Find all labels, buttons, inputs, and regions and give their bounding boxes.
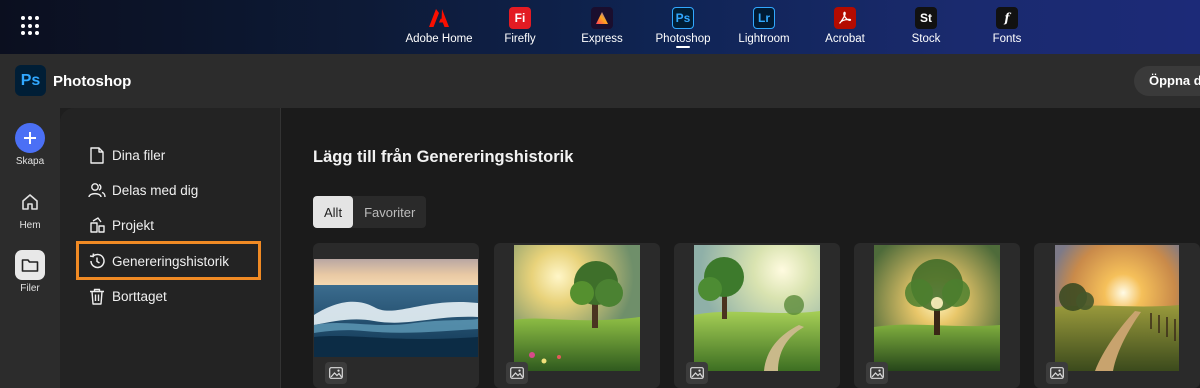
plus-icon [15,123,45,153]
history-card-meadow-path[interactable] [674,243,840,388]
photoshop-icon: Ps [672,7,694,29]
sidebar-item-shared[interactable]: Delas med dig [88,180,198,200]
folder-icon [15,250,45,280]
home-nav[interactable]: Hem [0,187,60,231]
app-firefly[interactable]: Fi Firefly [480,7,560,45]
sidebar-item-label: Delas med dig [112,182,199,198]
express-icon [591,7,613,29]
fonts-icon: f [996,7,1018,29]
lightroom-icon: Lr [753,7,775,29]
app-label: Photoshop [655,33,711,45]
image-type-icon [325,362,347,384]
image-type-icon [506,362,528,384]
app-label: Lightroom [738,33,790,45]
app-lightroom[interactable]: Lr Lightroom [724,7,804,45]
sidebar-item-projects[interactable]: Projekt [88,215,154,235]
sidebar-item-label: Projekt [112,217,155,233]
app-label: Firefly [504,33,536,45]
sidebar-item-your-files[interactable]: Dina filer [88,145,165,165]
ocean-thumbnail [314,259,478,357]
document-icon [88,146,106,164]
adobe-logo-icon [428,7,450,29]
people-icon [88,181,106,199]
image-type-icon [866,362,888,384]
app-photoshop[interactable]: Ps Photoshop [643,7,723,48]
tab-favorites[interactable]: Favoriter [353,196,426,228]
app-label: Express [581,33,623,45]
create-button[interactable]: Skapa [0,123,60,167]
create-label: Skapa [15,156,45,167]
active-app-indicator [676,46,690,48]
history-card-meadow[interactable] [494,243,660,388]
firefly-icon: Fi [509,7,531,29]
app-label: Stock [911,33,941,45]
app-express[interactable]: Express [562,7,642,45]
app-label: Adobe Home [405,33,473,45]
app-acrobat[interactable]: Acrobat [805,7,885,45]
selection-highlight [76,241,261,280]
files-label: Filer [20,283,40,294]
app-adobe-home[interactable]: Adobe Home [399,7,479,45]
trash-icon [88,287,106,305]
tab-all[interactable]: Allt [313,196,354,228]
image-type-icon [1046,362,1068,384]
acrobat-icon [834,7,856,29]
app-grid-icon[interactable] [21,16,41,36]
image-type-icon [686,362,708,384]
home-label: Hem [19,220,41,231]
files-nav[interactable]: Filer [0,250,60,294]
filter-tabs: Allt Favoriter [313,196,427,228]
sidebar-item-label: Borttaget [112,288,167,304]
open-file-button[interactable]: Öppna da [1134,66,1200,96]
history-card-country-path[interactable] [1034,243,1200,388]
app-header [0,54,1200,108]
app-label: Acrobat [825,33,865,45]
app-switcher-bar: Adobe Home Fi Firefly Express Ps Photosh… [0,0,1200,54]
meadow-thumbnail [514,245,640,371]
app-label: Fonts [992,33,1022,45]
history-card-lone-tree[interactable] [854,243,1020,388]
sidebar-item-deleted[interactable]: Borttaget [88,286,167,306]
history-card-ocean[interactable] [313,243,479,388]
project-icon [88,216,106,234]
app-title: Photoshop [53,73,132,90]
photoshop-logo: Ps [15,65,46,96]
country-path-thumbnail [1055,245,1179,371]
stock-icon: St [915,7,937,29]
home-icon [15,187,45,217]
lone-tree-thumbnail [874,245,1000,371]
app-stock[interactable]: St Stock [886,7,966,45]
page-title: Lägg till från Genereringshistorik [313,148,574,166]
meadow-path-thumbnail [694,245,820,371]
sidebar-item-label: Dina filer [112,147,166,163]
app-fonts[interactable]: f Fonts [967,7,1047,45]
